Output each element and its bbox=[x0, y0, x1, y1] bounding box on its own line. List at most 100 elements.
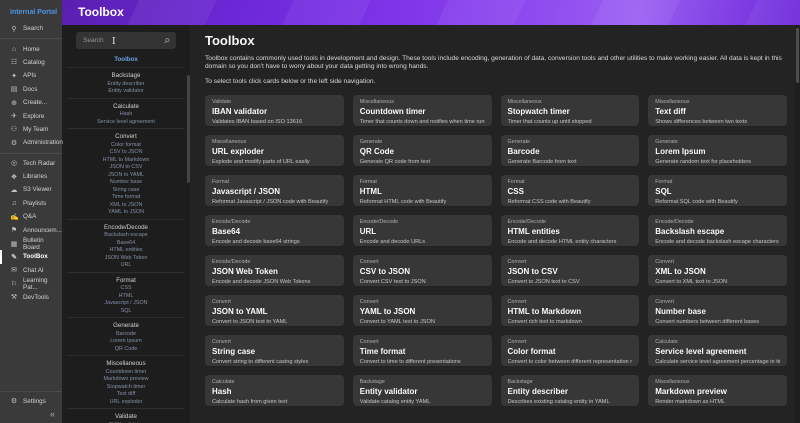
sidebar-item-chat-ai[interactable]: ✉Chat AI bbox=[0, 264, 62, 277]
sidebar-item-my-team[interactable]: ⚇My Team bbox=[0, 123, 62, 136]
toolbox-nav-item-time-format[interactable]: Time format bbox=[62, 194, 190, 202]
toolbox-nav-item-css[interactable]: CSS bbox=[62, 285, 190, 293]
tool-card-html-to-markdown[interactable]: ConvertHTML to MarkdownConvert rich text… bbox=[501, 295, 640, 326]
tool-card-html[interactable]: FormatHTMLReformat HTML code with Beauti… bbox=[353, 175, 492, 206]
toolbox-nav-item-countdown-timer[interactable]: Countdown timer bbox=[62, 369, 190, 377]
tool-card-color-format[interactable]: ConvertColor formatConvert to color betw… bbox=[501, 335, 640, 366]
toolbox-nav-divider bbox=[67, 355, 185, 356]
sidebar-item-home[interactable]: ⌂Home bbox=[0, 42, 62, 55]
main-scrollbar[interactable] bbox=[795, 25, 800, 423]
sidebar-item-catalog[interactable]: ☷Catalog bbox=[0, 56, 62, 69]
toolbox-nav-item-json-to-yaml[interactable]: JSON to YAML bbox=[62, 172, 190, 180]
toolbox-nav-item-html[interactable]: HTML bbox=[62, 293, 190, 301]
main-scrollbar-thumb[interactable] bbox=[796, 28, 799, 83]
toolbox-nav-item-xml-to-json[interactable]: XML to JSON bbox=[62, 202, 190, 210]
tool-card-barcode[interactable]: GenerateBarcodeGenerate Barcode from tex… bbox=[501, 135, 640, 166]
toolbox-nav-item-hash[interactable]: Hash bbox=[62, 111, 190, 119]
toolbox-nav-item-color-format[interactable]: Color format bbox=[62, 142, 190, 150]
tool-card-title: JSON Web Token bbox=[212, 267, 337, 276]
sidebar-item-explore[interactable]: ✈Explore bbox=[0, 109, 62, 122]
toolbox-nav-item-json-web-token[interactable]: JSON Web Token bbox=[62, 255, 190, 263]
tool-card-description: Calculate service level agreement percen… bbox=[655, 359, 780, 365]
tool-card-description: Encode and decode backslash escape chara… bbox=[655, 239, 780, 245]
toolbox-nav-item-base64[interactable]: Base64 bbox=[62, 240, 190, 248]
toolbox-nav-item-number-base[interactable]: Number base bbox=[62, 179, 190, 187]
toolbox-nav-item-html-entities[interactable]: HTML entities bbox=[62, 247, 190, 255]
toolbox-nav-item-stopwatch-timer[interactable]: Stopwatch timer bbox=[62, 384, 190, 392]
search-icon: ⚲ bbox=[162, 36, 171, 45]
toolbox-nav-item-backslash-escape[interactable]: Backslash escape bbox=[62, 232, 190, 240]
sidebar-item-settings[interactable]: ⚙ Settings bbox=[0, 395, 62, 408]
sidebar-item-docs[interactable]: ▤Docs bbox=[0, 83, 62, 96]
toolbox-nav-item-lorem-ipsum[interactable]: Lorem Ipsum bbox=[62, 338, 190, 346]
tool-card-markdown-preview[interactable]: MiscellaneousMarkdown previewRender mark… bbox=[648, 375, 787, 406]
tool-card-base64[interactable]: Encode/DecodeBase64Encode and decode bas… bbox=[205, 215, 344, 246]
tool-card-string-case[interactable]: ConvertString caseConvert string to diff… bbox=[205, 335, 344, 366]
sidebar-item-search[interactable]: ⚲ Search bbox=[0, 22, 62, 35]
toolbox-nav-item-sql[interactable]: SQL bbox=[62, 308, 190, 316]
sidebar-item-devtools[interactable]: ⚒DevTools bbox=[0, 290, 62, 303]
sidebar-item-qa[interactable]: ✍Q&A bbox=[0, 210, 62, 223]
sidebar-item-libraries[interactable]: ❖Libraries bbox=[0, 170, 62, 183]
tool-card-time-format[interactable]: ConvertTime formatConvert to time to dif… bbox=[353, 335, 492, 366]
toolbox-nav-item-entity-describer[interactable]: Entity describer bbox=[62, 81, 190, 89]
toolbox-nav-item-json-to-csv[interactable]: JSON to CSV bbox=[62, 164, 190, 172]
tool-card-title: URL bbox=[360, 227, 485, 236]
sidebar-item-toolbox[interactable]: ✎ToolBox bbox=[0, 250, 62, 263]
toolbox-nav-item-barcode[interactable]: Barcode bbox=[62, 331, 190, 339]
tool-card-entity-validator[interactable]: BackstageEntity validatorValidate catalo… bbox=[353, 375, 492, 406]
toolbox-nav-item-qr-code[interactable]: QR Code bbox=[62, 346, 190, 354]
tool-card-backslash-escape[interactable]: Encode/DecodeBackslash escapeEncode and … bbox=[648, 215, 787, 246]
tool-card-countdown-timer[interactable]: MiscellaneousCountdown timerTimer that c… bbox=[353, 95, 492, 126]
tool-card-iban-validator[interactable]: ValidateIBAN validatorValidates IBAN bas… bbox=[205, 95, 344, 126]
tool-card-json-web-token[interactable]: Encode/DecodeJSON Web TokenEncode and de… bbox=[205, 255, 344, 286]
tool-card-entity-describer[interactable]: BackstageEntity describerDescribes exist… bbox=[501, 375, 640, 406]
toolbox-search-input[interactable]: Search ⚲ bbox=[76, 32, 176, 49]
toolbox-nav-item-markdown-preview[interactable]: Markdown preview bbox=[62, 376, 190, 384]
tool-card-yaml-to-json[interactable]: ConvertYAML to JSONConvert to YAML text … bbox=[353, 295, 492, 326]
sidebar-item-administration[interactable]: ⚙Administration bbox=[0, 136, 62, 149]
tool-card-stopwatch-timer[interactable]: MiscellaneousStopwatch timerTimer that c… bbox=[501, 95, 640, 126]
tool-card-hash[interactable]: CalculateHashCalculate hash from given t… bbox=[205, 375, 344, 406]
toolbox-nav-item-url-exploder[interactable]: URL exploder bbox=[62, 399, 190, 407]
home-icon: ⌂ bbox=[10, 46, 18, 53]
tool-card-category: Encode/Decode bbox=[508, 219, 633, 225]
sidebar-item-announcements[interactable]: ⚑Announcem... bbox=[0, 223, 62, 236]
toolbox-nav-item-url[interactable]: URL bbox=[62, 262, 190, 270]
sidebar-item-tech-radar[interactable]: ◎Tech Radar bbox=[0, 157, 62, 170]
toolbox-nav-item-text-diff[interactable]: Text diff bbox=[62, 391, 190, 399]
toolbox-nav-item-javascript-json[interactable]: Javascript / JSON bbox=[62, 300, 190, 308]
tool-card-category: Convert bbox=[212, 339, 337, 345]
sidebar-item-s3-viewer[interactable]: ☁S3 Viewer bbox=[0, 183, 62, 196]
toolbox-nav-item-toolbox[interactable]: Toolbox bbox=[62, 56, 190, 63]
tool-card-json-to-yaml[interactable]: ConvertJSON to YAMLConvert to JSON text … bbox=[205, 295, 344, 326]
toolbox-nav-item-service-level-agreement[interactable]: Service level agreement bbox=[62, 119, 190, 127]
toolbox-nav-item-csv-to-json[interactable]: CSV to JSON bbox=[62, 149, 190, 157]
toolbox-nav-item-yaml-to-json[interactable]: YAML to JSON bbox=[62, 209, 190, 217]
sidebar-item-create[interactable]: ⊕Create... bbox=[0, 96, 62, 109]
sidebar-item-playlists[interactable]: ♫Playlists bbox=[0, 197, 62, 210]
sidebar-item-learning-paths[interactable]: ⚐Learning Pat... bbox=[0, 277, 62, 290]
docs-icon: ▤ bbox=[10, 85, 18, 93]
toolbox-nav-item-html-to-markdown[interactable]: HTML to Markdown bbox=[62, 157, 190, 165]
tool-card-number-base[interactable]: ConvertNumber baseConvert numbers betwee… bbox=[648, 295, 787, 326]
tool-card-sql[interactable]: FormatSQLReformat SQL code with Beautify bbox=[648, 175, 787, 206]
sidebar-item-apis[interactable]: ✦APIs bbox=[0, 69, 62, 82]
toolbox-nav-item-entity-validator[interactable]: Entity validator bbox=[62, 88, 190, 96]
toolbox-nav-item-string-case[interactable]: String case bbox=[62, 187, 190, 195]
tool-card-url[interactable]: Encode/DecodeURLEncode and decode URLs bbox=[353, 215, 492, 246]
tool-card-html-entities[interactable]: Encode/DecodeHTML entitiesEncode and dec… bbox=[501, 215, 640, 246]
tool-card-service-level-agreement[interactable]: CalculateService level agreementCalculat… bbox=[648, 335, 787, 366]
tool-card-json-to-csv[interactable]: ConvertJSON to CSVConvert to JSON text t… bbox=[501, 255, 640, 286]
tool-card-csv-to-json[interactable]: ConvertCSV to JSONConvert CSV text to JS… bbox=[353, 255, 492, 286]
tool-card-css[interactable]: FormatCSSReformat CSS code with Beautify bbox=[501, 175, 640, 206]
sidebar-item-bulletin-board[interactable]: ▦Bulletin Board bbox=[0, 237, 62, 250]
tool-card-xml-to-json[interactable]: ConvertXML to JSONConvert to XML text to… bbox=[648, 255, 787, 286]
tool-card-lorem-ipsum[interactable]: GenerateLorem IpsumGenerate random text … bbox=[648, 135, 787, 166]
tool-card-url-exploder[interactable]: MiscellaneousURL exploderExplode and mod… bbox=[205, 135, 344, 166]
tool-card-text-diff[interactable]: MiscellaneousText diffShows differences … bbox=[648, 95, 787, 126]
tool-card-qr-code[interactable]: GenerateQR CodeGenerate QR code from tex… bbox=[353, 135, 492, 166]
tool-card-title: HTML to Markdown bbox=[508, 307, 633, 316]
sidebar-collapse-button[interactable]: « bbox=[0, 408, 62, 423]
tool-card-javascript-json[interactable]: FormatJavascript / JSONReformat Javascri… bbox=[205, 175, 344, 206]
